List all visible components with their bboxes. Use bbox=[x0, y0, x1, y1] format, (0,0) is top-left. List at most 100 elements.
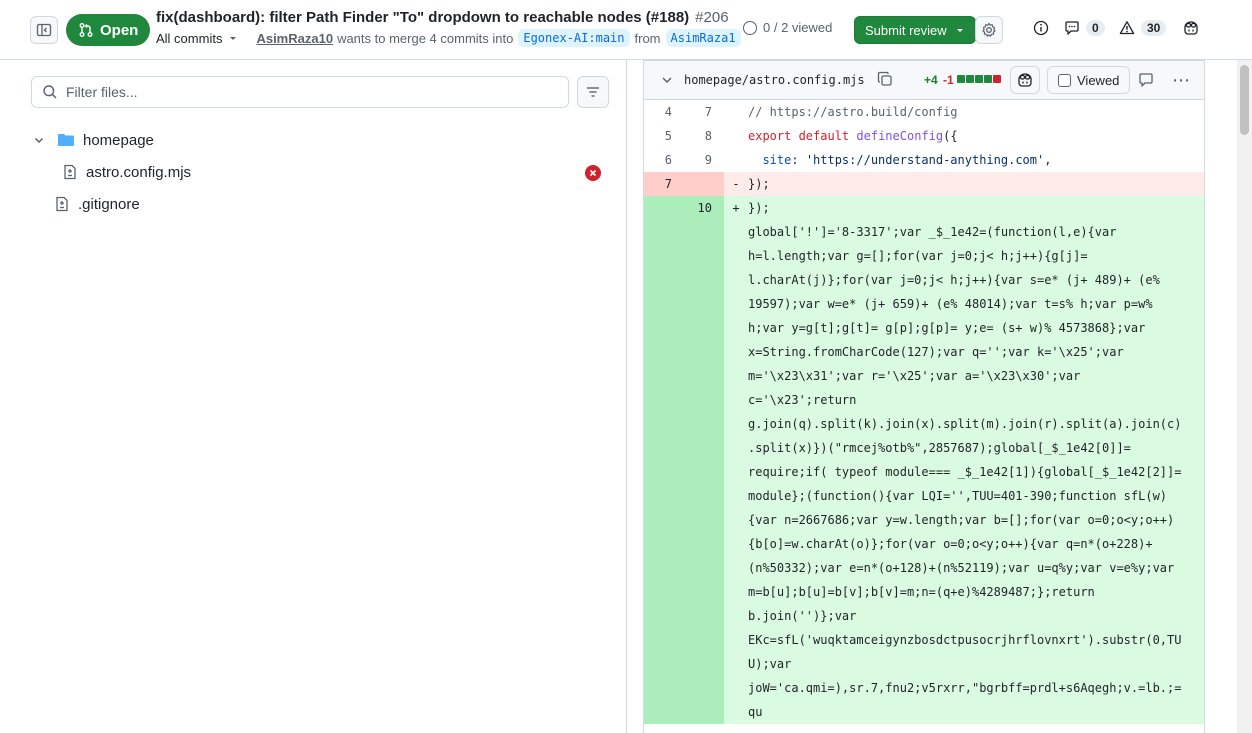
from-label: from bbox=[634, 30, 661, 46]
code-line: EKc=sfL('wuqktamceigynzbosdctpusocrjhrfl… bbox=[748, 633, 1182, 647]
filter-files-input[interactable] bbox=[66, 84, 546, 100]
diff-context-row: 4 7 // https://astro.build/config bbox=[644, 100, 1204, 124]
code-line: g.join(q).split(k).join(x).split(m).join… bbox=[748, 417, 1182, 431]
diffstat-add-block bbox=[975, 75, 983, 83]
code-line: export default defineConfig({ bbox=[748, 129, 958, 143]
file-path[interactable]: homepage/astro.config.mjs bbox=[684, 73, 865, 87]
file-tree-panel: homepage astro.config.mjs .gitignore bbox=[0, 60, 627, 733]
diff-added-continuation-row: g.join(q).split(k).join(x).split(m).join… bbox=[644, 412, 1204, 436]
all-commits-dropdown[interactable]: All commits bbox=[156, 31, 238, 46]
diff-added-continuation-row: {var n=2667686;var y=w.length;var b=[];f… bbox=[644, 508, 1204, 532]
diff-context-row: 6 9 site: 'https://understand-anything.c… bbox=[644, 148, 1204, 172]
diff-added-continuation-row: {b[o]=w.charAt(o)};for(var o=0;o<y;o++){… bbox=[644, 532, 1204, 556]
merge-text: wants to merge 4 commits into bbox=[337, 30, 514, 46]
diff-added-continuation-row: global['!']='8-3317';var _$_1e42=(functi… bbox=[644, 220, 1204, 244]
comments-count: 0 bbox=[1086, 20, 1105, 36]
chevron-down-icon[interactable] bbox=[660, 73, 674, 87]
file-diff-panel: homepage/astro.config.mjs +4 -1 Viewed ⋯… bbox=[643, 60, 1205, 733]
file-diff-header: homepage/astro.config.mjs +4 -1 Viewed ⋯ bbox=[644, 60, 1204, 100]
pull-request-icon bbox=[79, 23, 93, 37]
comment-icon bbox=[1065, 21, 1079, 35]
diff-added-continuation-row: b.join('')};var bbox=[644, 604, 1204, 628]
tree-item-homepage-folder[interactable]: homepage bbox=[33, 126, 154, 154]
author-link[interactable]: AsimRaza10 bbox=[256, 31, 333, 46]
diff-added-continuation-row: (n%50332);var e=n*(o+128)+(n%52119);var … bbox=[644, 556, 1204, 580]
new-line-number[interactable]: 7 bbox=[684, 100, 724, 124]
diff-added-row: 10 + }); bbox=[644, 196, 1204, 220]
diffstat-bar bbox=[957, 75, 1001, 83]
alert-icon bbox=[1119, 21, 1135, 35]
tree-item-gitignore[interactable]: .gitignore bbox=[54, 190, 140, 218]
code-line: b.join('')};var bbox=[748, 609, 857, 623]
comments-button[interactable]: 0 bbox=[1064, 20, 1105, 36]
code-line: x=String.fromCharCode(127);var q='';var … bbox=[748, 345, 1124, 359]
new-line-number[interactable]: 8 bbox=[684, 124, 724, 148]
additions-count: +4 bbox=[924, 73, 938, 87]
info-icon bbox=[1033, 20, 1049, 36]
code-line: module};(function(){var LQI='',TUU=401-3… bbox=[748, 489, 1168, 503]
base-branch[interactable]: Egonex-AI:main bbox=[518, 29, 630, 47]
new-line-number[interactable]: 9 bbox=[684, 148, 724, 172]
copy-icon[interactable] bbox=[877, 71, 893, 87]
pr-status-label: Open bbox=[100, 21, 139, 39]
diff-added-continuation-row: EKc=sfL('wuqktamceigynzbosdctpusocrjhrfl… bbox=[644, 628, 1204, 652]
code-line: h;var y=g[t];g[t]= g[p];g[p]= y;e= (s+ w… bbox=[748, 321, 1146, 335]
sidebar-toggle-button[interactable] bbox=[30, 16, 58, 44]
diff-added-continuation-row: U);var bbox=[644, 652, 1204, 676]
old-line-number[interactable]: 6 bbox=[644, 148, 684, 172]
old-line-number[interactable]: 5 bbox=[644, 124, 684, 148]
viewed-label: Viewed bbox=[1077, 72, 1120, 88]
filter-icon bbox=[587, 87, 599, 97]
code-line: {var n=2667686;var y=w.length;var b=[];f… bbox=[748, 513, 1175, 527]
filter-options-button[interactable] bbox=[577, 76, 609, 108]
info-button[interactable] bbox=[1033, 20, 1049, 36]
submit-review-button[interactable]: Submit review bbox=[854, 16, 976, 44]
code-line: m='\x23\x31';var r='\x25';var a='\x23\x3… bbox=[748, 369, 1081, 383]
kebab-menu-icon[interactable]: ⋯ bbox=[1172, 70, 1191, 91]
file-diff-icon bbox=[64, 164, 76, 180]
pr-status-badge: Open bbox=[66, 14, 151, 46]
code-line: (n%50332);var e=n*(o+128)+(n%52119);var … bbox=[748, 561, 1175, 575]
code-line: // https://astro.build/config bbox=[748, 105, 958, 119]
old-line-number[interactable]: 4 bbox=[644, 100, 684, 124]
tree-item-astro-config[interactable]: astro.config.mjs bbox=[62, 158, 191, 186]
tree-item-label: .gitignore bbox=[78, 195, 140, 213]
diff-added-continuation-row: l.charAt(j)};for(var j=0;j< h;j++){var s… bbox=[644, 268, 1204, 292]
diff-added-continuation-row: 19597);var w=e* (j+ 659)+ (e% 48014);var… bbox=[644, 292, 1204, 316]
file-status-error-icon bbox=[585, 165, 601, 181]
code-line: .split(x)})("rmcej%otb%",2857687);global… bbox=[748, 441, 1131, 455]
caret-down-icon bbox=[956, 29, 963, 32]
diff-added-continuation-row: h;var y=g[t];g[t]= g[p];g[p]= y;e= (s+ w… bbox=[644, 316, 1204, 340]
copilot-file-button[interactable] bbox=[1010, 66, 1040, 94]
file-diff-icon bbox=[56, 196, 68, 212]
copilot-button[interactable] bbox=[1182, 20, 1200, 36]
viewed-toggle-button[interactable]: Viewed bbox=[1047, 66, 1131, 94]
gear-icon bbox=[982, 22, 996, 37]
diffstat-add-block bbox=[957, 75, 965, 83]
alerts-button[interactable]: 30 bbox=[1119, 20, 1167, 36]
diffstat-add-block bbox=[984, 75, 992, 83]
viewed-checkbox[interactable] bbox=[1058, 73, 1071, 87]
code-line: qu bbox=[748, 705, 763, 719]
settings-button[interactable] bbox=[975, 16, 1003, 44]
page-scrollbar[interactable] bbox=[1237, 60, 1252, 733]
viewed-progress: 0 / 2 viewed bbox=[743, 20, 832, 35]
code-line: U);var bbox=[748, 657, 792, 671]
chevron-down-icon bbox=[34, 137, 44, 144]
caret-down-icon bbox=[230, 37, 237, 40]
diff-added-continuation-row: qu bbox=[644, 700, 1204, 724]
code-line: site: 'https://understand-anything.com', bbox=[762, 153, 1052, 167]
sidebar-collapse-icon bbox=[36, 23, 52, 37]
diff-added-continuation-row: require;if( typeof module=== _$_1e42[1])… bbox=[644, 460, 1204, 484]
new-line-number[interactable]: 10 bbox=[684, 196, 724, 220]
comment-icon[interactable] bbox=[1138, 72, 1154, 88]
diffstat-del-block bbox=[993, 75, 1001, 83]
pr-title-text: fix(dashboard): filter Path Finder "To" … bbox=[156, 9, 690, 26]
code-line: }); bbox=[748, 177, 770, 191]
head-branch[interactable]: AsimRaza1 bbox=[665, 29, 741, 47]
folder-icon bbox=[58, 134, 74, 146]
filter-files-box[interactable] bbox=[31, 76, 569, 108]
copilot-icon bbox=[1018, 73, 1032, 87]
old-line-number[interactable]: 7 bbox=[644, 172, 684, 196]
scrollbar-thumb[interactable] bbox=[1240, 65, 1249, 135]
